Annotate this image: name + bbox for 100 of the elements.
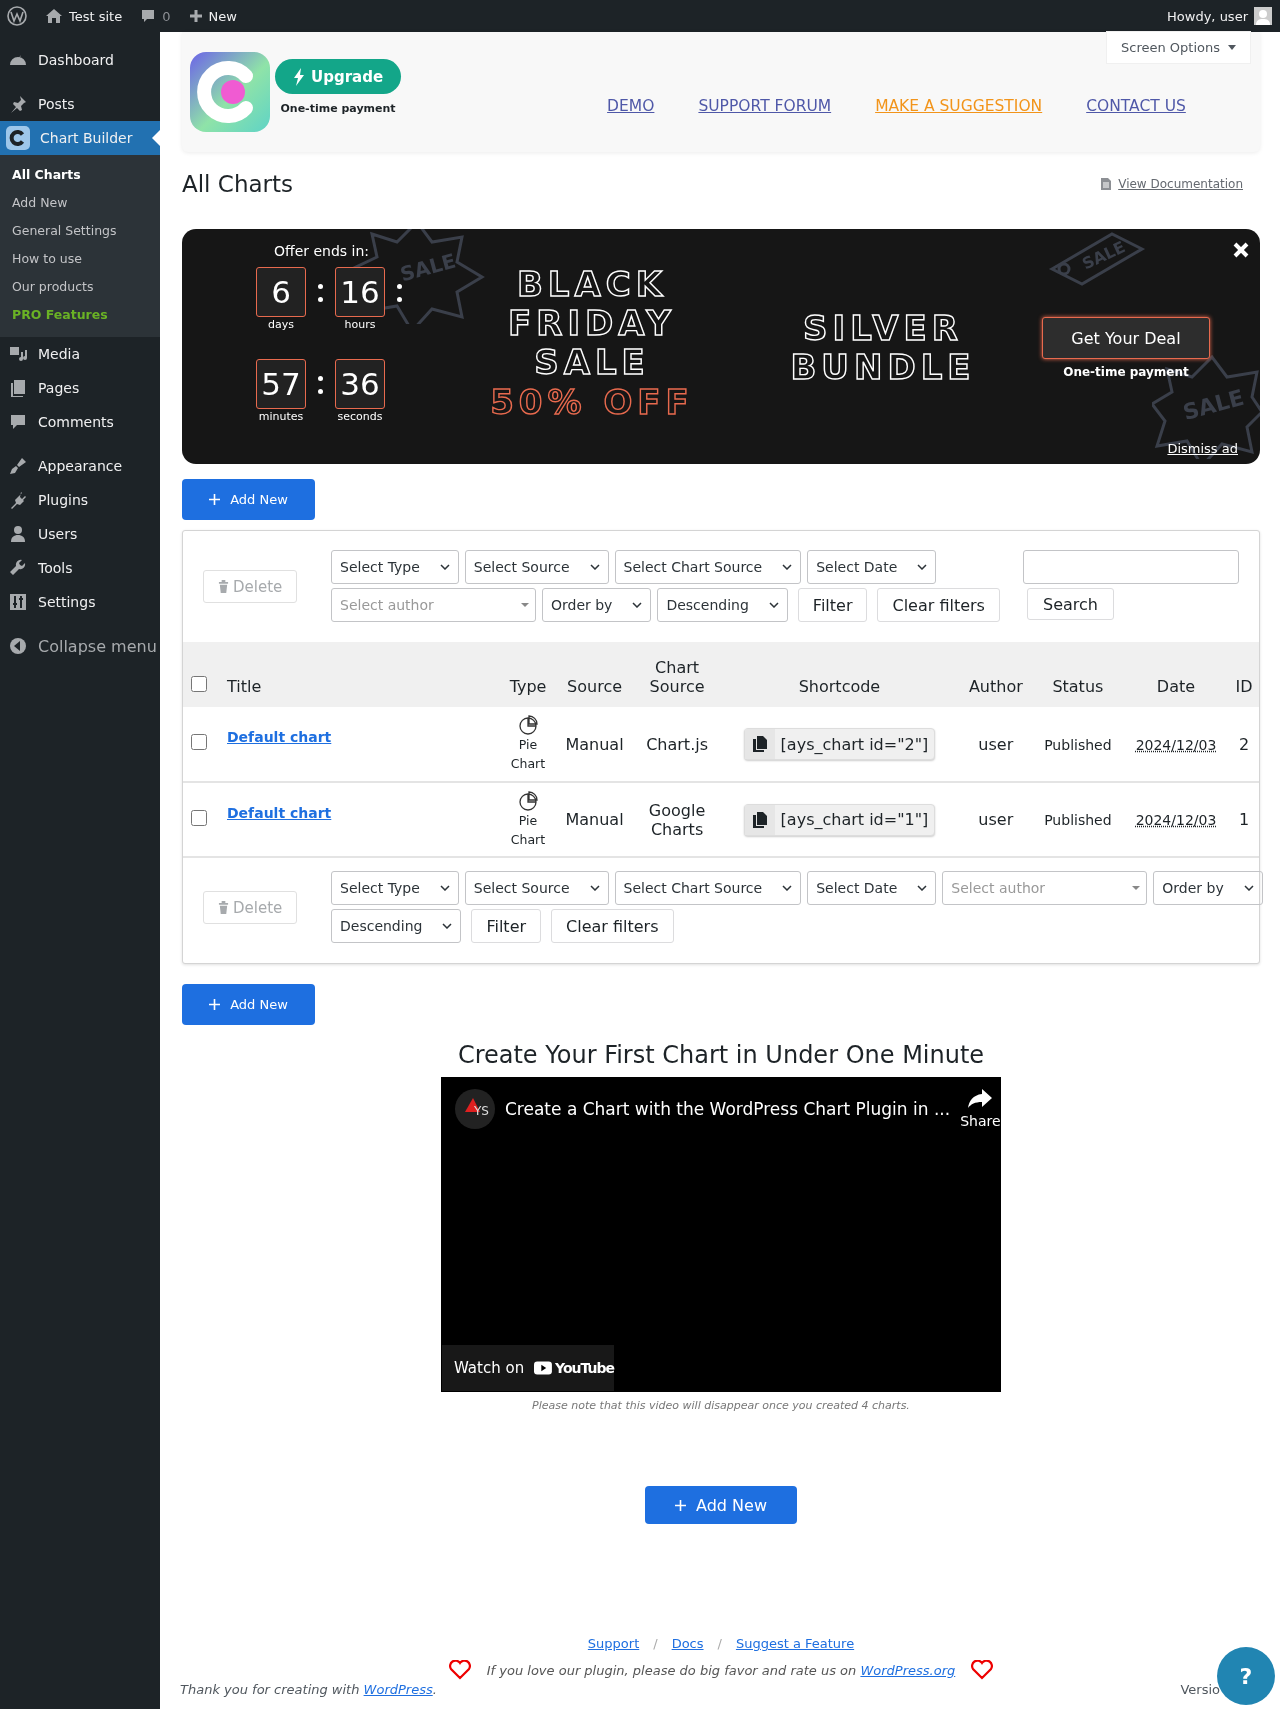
close-icon[interactable]: [1233, 242, 1249, 258]
date-text: 2024/12/03: [1135, 736, 1217, 753]
menu-item[interactable]: Users: [0, 517, 160, 551]
filter-button[interactable]: Filter: [471, 909, 542, 943]
row-checkbox[interactable]: [191, 734, 207, 750]
chevron-icon: [439, 564, 450, 570]
countdown-unit: minutes: [258, 410, 304, 423]
chart-title-link[interactable]: Default chart: [227, 805, 332, 821]
dropdown[interactable]: Select Date: [807, 871, 937, 905]
footer-thanks: Thank you for creating with WordPress.: [180, 1682, 437, 1697]
countdown-unit: seconds: [337, 410, 383, 423]
submenu-item[interactable]: General Settings: [0, 217, 160, 245]
menu-item[interactable]: Collapse menu: [0, 629, 160, 663]
comment-count[interactable]: 0: [162, 8, 171, 24]
dropdown[interactable]: Descending: [331, 909, 462, 943]
menu-item[interactable]: Posts: [0, 87, 160, 121]
footer-link[interactable]: Suggest a Feature: [735, 1636, 855, 1651]
wordpress-link[interactable]: WordPress: [363, 1682, 433, 1697]
shortcode-field[interactable]: [ays_chart id="1"]: [743, 803, 936, 836]
menu-item[interactable]: Comments: [0, 405, 160, 439]
nav-link[interactable]: CONTACT US: [1086, 97, 1186, 115]
search-field[interactable]: [1023, 550, 1239, 584]
separator: /: [717, 1636, 722, 1651]
copy-icon: [752, 736, 767, 752]
payment-note: One-time payment: [1063, 365, 1189, 379]
add-new-button[interactable]: Add New: [182, 984, 315, 1025]
offer-label: Offer ends in:: [274, 243, 371, 259]
video-player[interactable]: YS Create a Chart with the WordPress Chart Plugin in ... Share Watch on YouTube: [441, 1077, 1001, 1392]
add-new-button[interactable]: Add New: [182, 479, 315, 520]
table-cell: 1: [1238, 810, 1250, 829]
submenu-item[interactable]: Our products: [0, 273, 160, 301]
dropdown[interactable]: Select Date: [807, 550, 937, 584]
pages-icon: [8, 378, 28, 398]
menu-item[interactable]: Appearance: [0, 449, 160, 483]
bundle-name: BUNDLE: [790, 348, 976, 387]
dropdown[interactable]: Order by: [1153, 871, 1263, 905]
submenu-item[interactable]: How to use: [0, 245, 160, 273]
dropdown[interactable]: Descending: [657, 588, 788, 622]
share-button[interactable]: Share: [960, 1089, 1001, 1129]
search-button[interactable]: Search: [1027, 588, 1114, 620]
row-checkbox[interactable]: [191, 809, 207, 826]
table-cell: Manual: [565, 734, 624, 754]
wordpress-org-link[interactable]: WordPress.org: [860, 1662, 956, 1678]
dropdown[interactable]: Select Chart Source: [614, 871, 802, 905]
site-link[interactable]: Test site: [69, 8, 123, 24]
footer-link[interactable]: Docs: [671, 1636, 704, 1651]
heart-icon: [971, 1660, 994, 1680]
dismiss-link[interactable]: Dismiss ad: [1167, 441, 1238, 456]
chart-type: Pie Chart: [509, 736, 547, 773]
collapse-icon: [8, 636, 28, 656]
dropdown[interactable]: Select Source: [464, 550, 609, 584]
nav-link[interactable]: DEMO: [607, 97, 655, 115]
filter-button[interactable]: Filter: [797, 588, 868, 622]
share-icon: [968, 1089, 993, 1109]
chevron-icon: [589, 564, 600, 570]
menu-item[interactable]: Plugins: [0, 483, 160, 517]
shortcode-field[interactable]: [ays_chart id="2"]: [743, 728, 936, 760]
select-all-checkbox[interactable]: [191, 676, 207, 692]
play-icon: [534, 1360, 553, 1376]
menu-item[interactable]: Settings: [0, 585, 160, 619]
submenu-item[interactable]: Add New: [0, 189, 160, 217]
sliders-icon: [8, 592, 28, 612]
caret-icon: [521, 603, 529, 607]
avatar-icon: [1254, 7, 1272, 25]
dropdown[interactable]: Select Source: [464, 871, 609, 905]
screen-options-tab[interactable]: Screen Options: [1107, 32, 1250, 63]
video-heading: Create Your First Chart in Under One Minute: [456, 1041, 986, 1069]
submenu-item[interactable]: All Charts: [0, 161, 160, 189]
dropdown[interactable]: Select Chart Source: [614, 550, 802, 584]
nav-link[interactable]: SUPPORT FORUM: [698, 97, 832, 115]
chart-title-link[interactable]: Default chart: [227, 729, 332, 745]
filter-button[interactable]: Clear filters: [551, 909, 674, 943]
countdown-value: 57: [256, 359, 306, 409]
menu-item[interactable]: Chart Builder: [0, 121, 160, 155]
watch-on-youtube-button[interactable]: Watch on YouTube: [442, 1345, 614, 1391]
countdown-value: 16: [335, 267, 385, 317]
menu-item[interactable]: Dashboard: [0, 43, 160, 77]
rate-message: If you love our plugin, please do big favor and rate us on WordPress.org: [486, 1662, 956, 1678]
dropdown[interactable]: Select Type: [331, 871, 459, 905]
dropdown[interactable]: Order by: [542, 588, 652, 622]
documentation-link[interactable]: View Documentation: [1118, 177, 1243, 191]
get-deal-button[interactable]: Get Your Deal: [1042, 317, 1210, 359]
status-text: Published: [1044, 736, 1112, 753]
dropdown[interactable]: Select Type: [331, 550, 459, 584]
column-header: Title: [227, 677, 262, 696]
menu-item[interactable]: Media: [0, 337, 160, 371]
menu-item[interactable]: Pages: [0, 371, 160, 405]
submenu-item[interactable]: PRO Features: [0, 301, 160, 329]
new-link[interactable]: New: [208, 8, 237, 24]
add-new-button[interactable]: Add New: [645, 1486, 797, 1524]
wordpress-logo-icon[interactable]: [7, 6, 27, 26]
greeting[interactable]: Howdy, user: [1167, 8, 1248, 24]
footer-link[interactable]: Support: [587, 1636, 640, 1651]
menu-item[interactable]: Tools: [0, 551, 160, 585]
chevron-icon: [782, 885, 793, 891]
filter-button[interactable]: Clear filters: [877, 588, 1000, 622]
video-title[interactable]: Create a Chart with the WordPress Chart Plugin in ...: [505, 1099, 951, 1119]
comment-icon: [8, 412, 28, 432]
column-header: ID: [1235, 677, 1253, 696]
chevron-icon: [917, 885, 928, 891]
